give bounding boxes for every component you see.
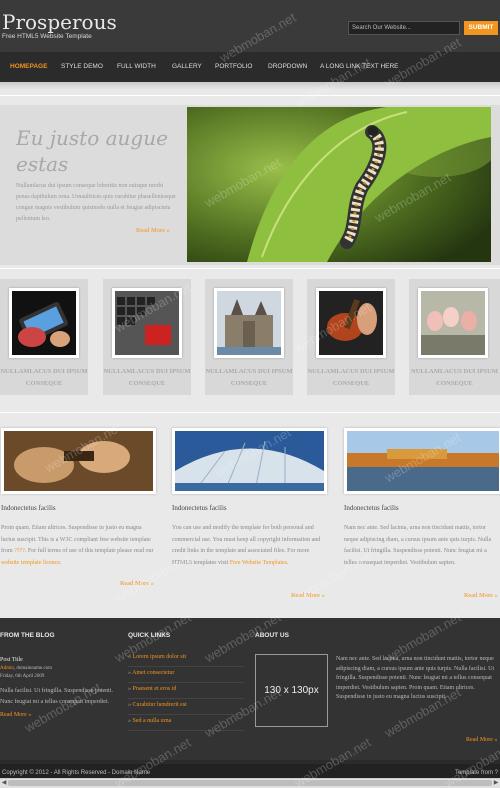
nav-item-long-link[interactable]: A LONG LINK TEXT HERE [320, 63, 399, 70]
quick-link[interactable]: Sed a nulla urna [128, 716, 244, 731]
feature-text: Nam nec ante. Sed lacinia, urna non tinc… [344, 523, 496, 569]
feature-image-hands [1, 428, 156, 494]
nav-item-style-demo[interactable]: STYLE DEMO [61, 63, 103, 70]
feature-title: Indonectetus facilis [172, 504, 227, 512]
quick-link[interactable]: Amet consectetur [128, 668, 244, 683]
feature-read-more-link[interactable]: Read More » [464, 592, 498, 599]
about-image-placeholder: 130 x 130px [255, 654, 328, 727]
feature-title: Indonectetus facilis [344, 504, 399, 512]
gallery-caption: NULLAMLACUS DUI IPSUM CONSEQUE [0, 368, 88, 387]
gallery-caption: NULLAMLACUS DUI IPSUM CONSEQUE [410, 368, 499, 387]
nav-item-homepage[interactable]: HOMEPAGE [10, 63, 47, 70]
quick-link[interactable]: Praesent et eros id [128, 684, 244, 699]
feature-read-more-link[interactable]: Read More » [120, 580, 154, 587]
feature-title: Indonectetus facilis [1, 504, 56, 512]
gallery-caption: NULLAMLACUS DUI IPSUM CONSEQUE [103, 368, 191, 387]
search-submit-button[interactable]: SUBMIT [464, 21, 498, 35]
nav-shadow [0, 82, 500, 90]
hero-caterpillar-image [187, 107, 491, 262]
hero-text: Nullamlacus dui ipsum conseque loborttis… [16, 183, 176, 222]
feature-image-lake [344, 428, 500, 494]
gallery-thumb-guitar[interactable] [316, 288, 386, 358]
feature-image-architecture [172, 428, 327, 494]
main-nav: HOMEPAGE STYLE DEMO FULL WIDTH GALLERY P… [0, 52, 500, 82]
gallery-thumb-castle[interactable] [214, 288, 284, 358]
copyright-text: Copyright © 2012 - All Rights Reserved -… [2, 770, 151, 776]
blog-read-more-link[interactable]: Read More » [0, 710, 31, 721]
search-input[interactable]: Search Our Website... [348, 21, 460, 35]
nav-item-dropdown[interactable]: DROPDOWN [268, 63, 307, 70]
feature-link[interactable]: ???? [14, 548, 25, 554]
feature-text-body: Nam nec ante. Sed lacinia, urna non tinc… [344, 525, 492, 566]
feature-read-more-link[interactable]: Read More » [291, 592, 325, 599]
nav-item-gallery[interactable]: GALLERY [172, 63, 202, 70]
footer-blog-heading: FROM THE BLOG [0, 632, 55, 639]
licence-link[interactable]: website template licence [1, 560, 60, 566]
gallery-caption: NULLAMLACUS DUI IPSUM CONSEQUE [205, 368, 293, 387]
template-credit[interactable]: Template from ? [455, 770, 498, 776]
nav-item-full-width[interactable]: FULL WIDTH [117, 63, 156, 70]
about-text: Nam nec ante. Sed lacinia, urna non tinc… [336, 656, 495, 700]
footer-links-heading: QUICK LINKS [128, 632, 171, 639]
blog-post-text: Nulla facilisi. Ut fringilla. Suspendiss… [0, 688, 113, 705]
gallery-thumb-flamingos[interactable] [418, 288, 488, 358]
blog-post-date: Friday, 6th April 2009 [0, 674, 45, 679]
scroll-left-icon[interactable]: ◀ [0, 778, 8, 788]
feature-text: Proin quam. Etiam ultrices. Suspendisse … [1, 523, 156, 569]
hero-read-more-link[interactable]: Read More » [136, 227, 170, 234]
hero-title: Eu justo augue estas [16, 126, 168, 176]
footer-about-heading: ABOUT US [255, 632, 289, 639]
quick-link[interactable]: Curabitur hendrerit est [128, 700, 244, 715]
site-tagline: Free HTML5 Website Template [2, 33, 92, 40]
feature-text-body: . [59, 559, 62, 566]
scroll-right-icon[interactable]: ▶ [492, 778, 500, 788]
gallery-caption: NULLAMLACUS DUI IPSUM CONSEQUE [307, 368, 395, 387]
nav-item-portfolio[interactable]: PORTFOLIO [215, 63, 252, 70]
divider [0, 95, 500, 96]
free-templates-link[interactable]: Free Website Templates [230, 560, 287, 566]
scrollbar-thumb[interactable] [8, 780, 492, 786]
feature-text-body: . For full terms of use of this template… [24, 548, 154, 554]
feature-text-body: . [287, 559, 289, 566]
site-logo[interactable]: Prosperous [2, 10, 117, 34]
divider [0, 412, 500, 413]
divider [0, 268, 500, 269]
gallery-thumb-keyboard[interactable] [112, 288, 182, 358]
quick-link[interactable]: Lorem ipsum dolor sit [128, 652, 244, 667]
about-read-more-link[interactable]: Read More » [466, 735, 497, 746]
gallery-thumb-phone[interactable] [9, 288, 79, 358]
feature-text: You can use and modify the template for … [172, 523, 327, 569]
